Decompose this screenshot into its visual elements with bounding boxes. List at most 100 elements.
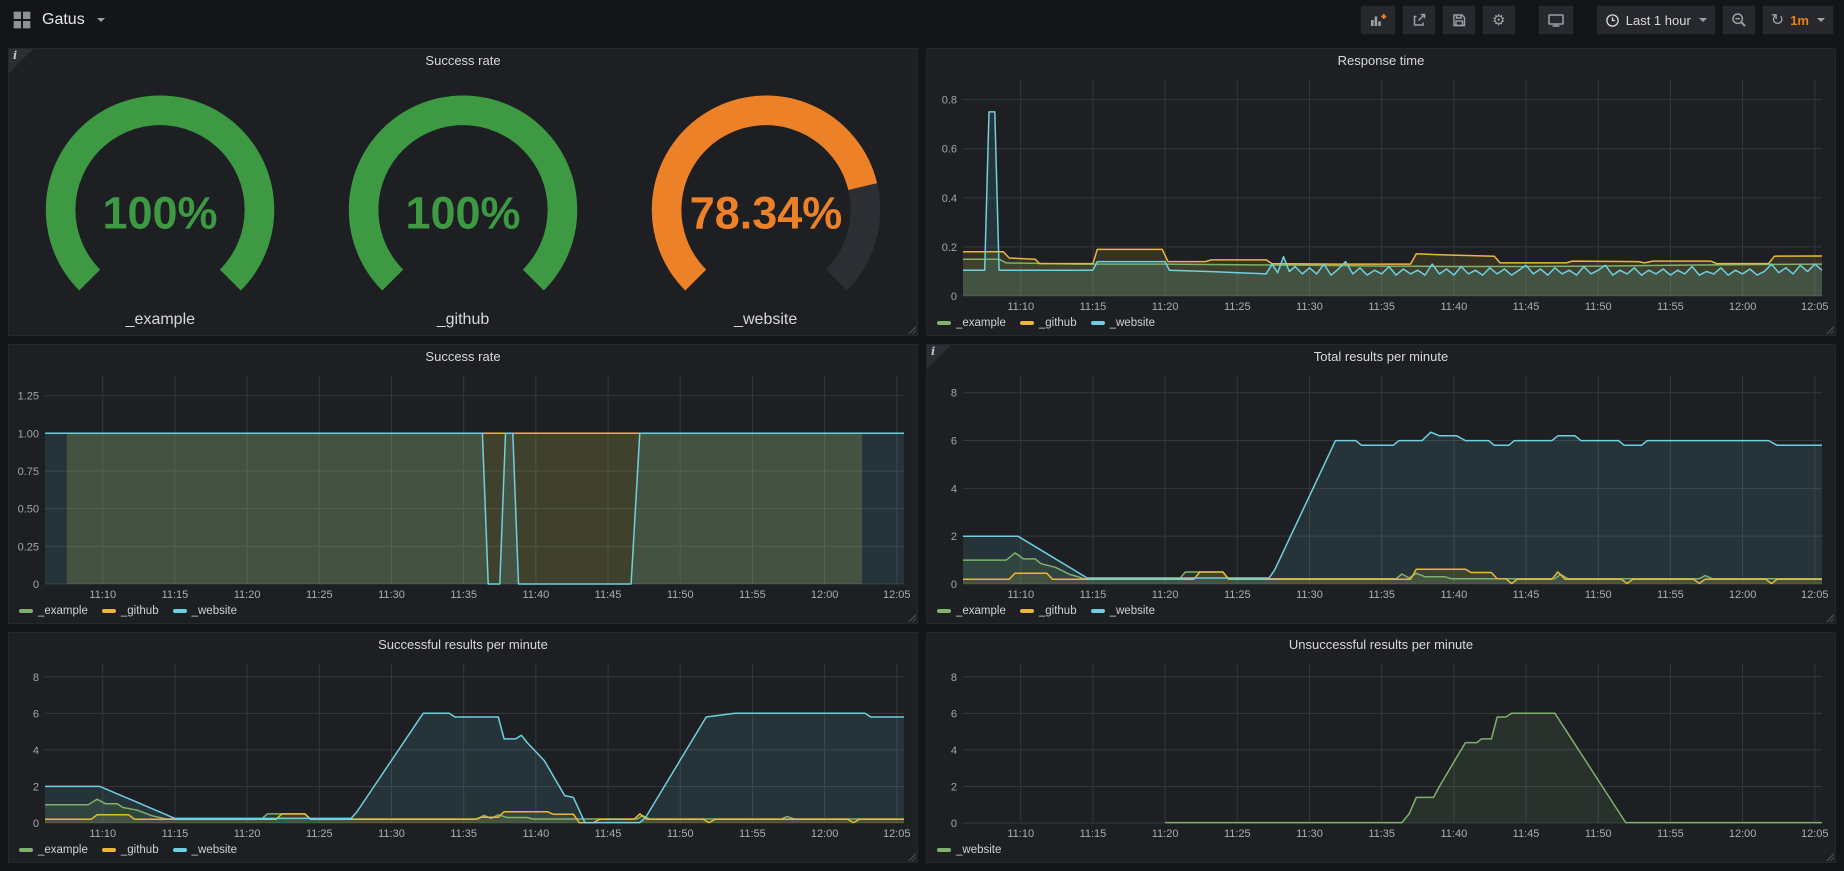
- total-results-chart[interactable]: 0246811:1011:1511:2011:2511:3011:3511:40…: [927, 369, 1835, 603]
- panel-resize-handle[interactable]: [907, 613, 916, 622]
- panel-success-rate-gauges: i Success rate 100%_example100%_github78…: [8, 48, 918, 336]
- chart-canvas: 0246811:1011:1511:2011:2511:3011:3511:40…: [9, 657, 917, 842]
- legend-item-github[interactable]: _github: [102, 844, 159, 856]
- add-panel-button[interactable]: [1360, 5, 1396, 35]
- panel-unsuccessful-results: Unsuccessful results per minute 0246811:…: [926, 632, 1836, 863]
- panel-title[interactable]: Unsuccessful results per minute: [927, 633, 1835, 657]
- legend-item-example[interactable]: _example: [937, 605, 1006, 617]
- panel-title[interactable]: Total results per minute: [927, 345, 1835, 369]
- legend-item-website[interactable]: _website: [937, 844, 1001, 856]
- legend-swatch: [19, 609, 33, 613]
- svg-text:0: 0: [33, 579, 39, 591]
- gauge-label: _website: [734, 311, 797, 329]
- svg-text:11:55: 11:55: [1657, 828, 1684, 840]
- legend-item-example[interactable]: _example: [19, 605, 88, 617]
- legend-item-website[interactable]: _website: [1091, 317, 1155, 329]
- response-time-chart[interactable]: 00.20.40.60.811:1011:1511:2011:2511:3011…: [927, 73, 1835, 315]
- panel-title[interactable]: Response time: [927, 49, 1835, 73]
- svg-text:0.50: 0.50: [18, 504, 39, 516]
- svg-text:11:50: 11:50: [667, 589, 694, 601]
- cycle-view-button[interactable]: [1538, 5, 1574, 35]
- svg-text:11:50: 11:50: [1585, 589, 1612, 601]
- svg-text:11:20: 11:20: [234, 589, 261, 601]
- panel-title[interactable]: Success rate: [9, 49, 917, 73]
- chart-canvas: 00.250.500.751.001.2511:1011:1511:2011:2…: [9, 369, 917, 603]
- svg-text:4: 4: [33, 745, 39, 757]
- settings-button[interactable]: ⚙: [1482, 5, 1516, 35]
- gauge-example: 100%_example: [9, 73, 312, 329]
- svg-text:12:00: 12:00: [1729, 589, 1757, 601]
- svg-text:11:10: 11:10: [1007, 828, 1034, 840]
- panel-info-icon[interactable]: i: [9, 49, 33, 73]
- panel-resize-handle[interactable]: [907, 325, 916, 334]
- gauge-github: 100%_github: [312, 73, 615, 329]
- svg-text:100%: 100%: [405, 188, 520, 239]
- svg-text:2: 2: [33, 781, 39, 793]
- navbar-left: Gatus: [12, 10, 105, 30]
- panel-resize-handle[interactable]: [1825, 852, 1834, 861]
- dashboard-title[interactable]: Gatus: [42, 11, 85, 29]
- chart-canvas: 0246811:1011:1511:2011:2511:3011:3511:40…: [927, 657, 1835, 842]
- svg-text:11:45: 11:45: [1513, 589, 1540, 601]
- svg-text:11:35: 11:35: [1368, 828, 1395, 840]
- save-icon: [1451, 12, 1467, 28]
- svg-text:2: 2: [951, 781, 957, 793]
- legend-label: _example: [956, 605, 1006, 617]
- legend-item-github[interactable]: _github: [1020, 605, 1077, 617]
- panel-resize-handle[interactable]: [1825, 325, 1834, 334]
- svg-text:11:25: 11:25: [1224, 589, 1251, 601]
- legend-swatch: [937, 609, 951, 613]
- refresh-interval-label: 1m: [1790, 13, 1809, 28]
- chevron-down-icon[interactable]: [97, 18, 105, 22]
- svg-text:0.25: 0.25: [18, 541, 39, 553]
- legend-swatch: [1091, 609, 1105, 613]
- svg-text:12:05: 12:05: [1801, 301, 1829, 313]
- panel-title[interactable]: Success rate: [9, 345, 917, 369]
- svg-text:11:15: 11:15: [162, 589, 189, 601]
- legend-item-example[interactable]: _example: [19, 844, 88, 856]
- svg-text:11:40: 11:40: [522, 828, 549, 840]
- panel-resize-handle[interactable]: [907, 852, 916, 861]
- svg-text:1.25: 1.25: [18, 391, 39, 403]
- legend-item-github[interactable]: _github: [1020, 317, 1077, 329]
- legend-item-website[interactable]: _website: [1091, 605, 1155, 617]
- panel-title[interactable]: Successful results per minute: [9, 633, 917, 657]
- legend-label: _example: [38, 844, 88, 856]
- svg-text:11:50: 11:50: [1585, 301, 1612, 313]
- legend-item-website[interactable]: _website: [173, 844, 237, 856]
- svg-text:11:35: 11:35: [450, 828, 477, 840]
- panel-success-rate-graph: Success rate 00.250.500.751.001.2511:101…: [8, 344, 918, 624]
- legend-swatch: [1020, 321, 1034, 325]
- panel-info-icon[interactable]: i: [927, 345, 951, 369]
- panel-resize-handle[interactable]: [1825, 613, 1834, 622]
- successful-results-chart[interactable]: 0246811:1011:1511:2011:2511:3011:3511:40…: [9, 657, 917, 842]
- gauge-website: 78.34%_website: [614, 73, 917, 329]
- legend-item-github[interactable]: _github: [102, 605, 159, 617]
- legend-label: _github: [1039, 605, 1077, 617]
- svg-text:4: 4: [951, 745, 957, 757]
- svg-text:11:40: 11:40: [1440, 828, 1467, 840]
- svg-text:11:45: 11:45: [595, 589, 622, 601]
- save-button[interactable]: [1442, 5, 1476, 35]
- share-button[interactable]: [1402, 5, 1436, 35]
- legend-item-example[interactable]: _example: [937, 317, 1006, 329]
- monitor-icon: [1547, 12, 1565, 28]
- legend-item-website[interactable]: _website: [173, 605, 237, 617]
- svg-text:11:30: 11:30: [1296, 301, 1323, 313]
- legend-label: _example: [38, 605, 88, 617]
- time-picker-button[interactable]: Last 1 hour: [1596, 5, 1716, 35]
- svg-text:11:50: 11:50: [667, 828, 694, 840]
- refresh-button[interactable]: ↻ 1m: [1762, 5, 1834, 35]
- svg-text:11:55: 11:55: [1657, 301, 1684, 313]
- time-range-label: Last 1 hour: [1626, 13, 1691, 28]
- svg-text:4: 4: [951, 483, 957, 495]
- svg-text:12:05: 12:05: [1801, 828, 1829, 840]
- dashboard-grid-icon[interactable]: [12, 10, 32, 30]
- svg-text:11:35: 11:35: [1368, 589, 1395, 601]
- svg-text:0: 0: [951, 291, 957, 303]
- unsuccessful-results-chart[interactable]: 0246811:1011:1511:2011:2511:3011:3511:40…: [927, 657, 1835, 842]
- success-rate-chart[interactable]: 00.250.500.751.001.2511:1011:1511:2011:2…: [9, 369, 917, 603]
- gauge-canvas: 100%: [18, 89, 302, 309]
- zoom-out-button[interactable]: [1722, 5, 1756, 35]
- svg-text:11:20: 11:20: [1152, 589, 1179, 601]
